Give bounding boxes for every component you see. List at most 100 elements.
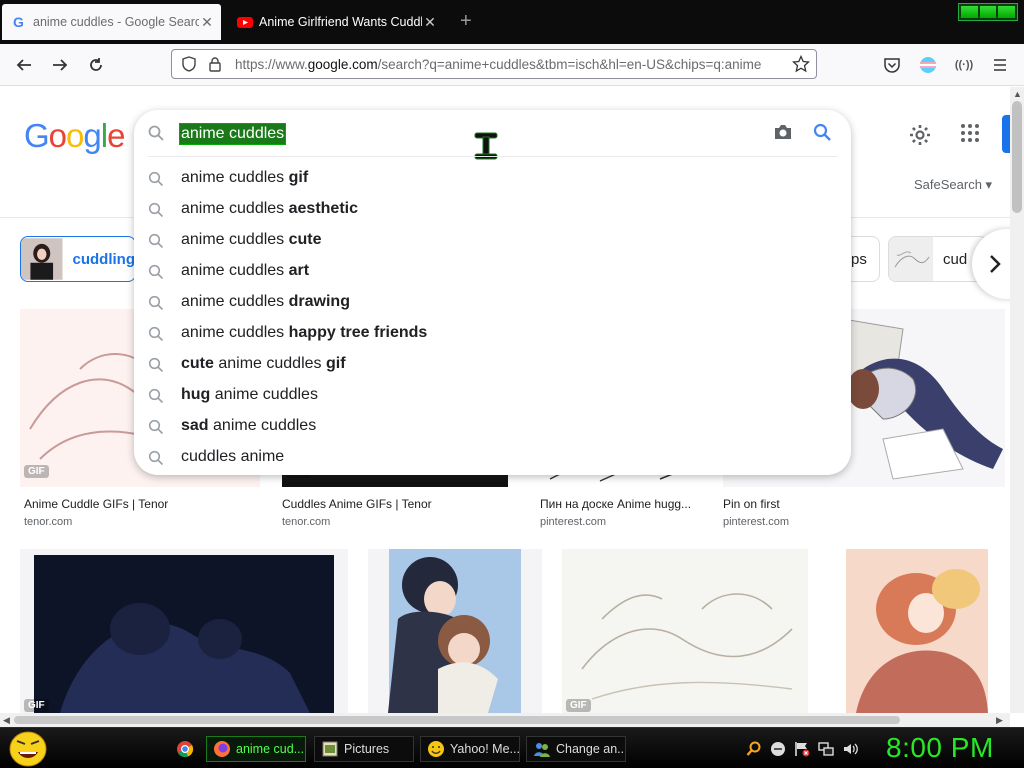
suggestion-item[interactable]: cute anime cuddles gif — [134, 349, 851, 380]
result-caption[interactable]: Pin on first — [723, 497, 780, 511]
suggestion-text: cuddles anime — [181, 448, 284, 466]
logo-letter: o — [66, 117, 84, 154]
suggestion-item[interactable]: sad anime cuddles — [134, 411, 851, 442]
gif-badge: GIF — [24, 465, 49, 478]
window-controls[interactable] — [958, 3, 1018, 21]
url-text[interactable]: https://www.google.com/search?q=anime+cu… — [235, 57, 780, 72]
suggestion-bold: cute — [288, 231, 322, 248]
horizontal-scrollbar[interactable]: ◀ ▶ — [0, 713, 1010, 727]
suggestion-item[interactable]: cuddles anime — [134, 442, 851, 473]
suggestion-bold: cute — [181, 355, 214, 372]
radio-waves-extension-icon: ((·)) — [954, 59, 974, 71]
settings-gear-icon[interactable] — [908, 123, 932, 147]
address-bar[interactable]: https://www.google.com/search?q=anime+cu… — [171, 49, 817, 79]
users-icon — [534, 743, 550, 757]
suggestion-text: anime cuddles aesthetic — [181, 200, 358, 218]
result-caption[interactable]: Cuddles Anime GIFs | Tenor — [282, 497, 432, 511]
scroll-left-arrow-icon[interactable]: ◀ — [3, 715, 10, 726]
suggestion-text: anime cuddles happy tree friends — [181, 324, 427, 342]
logo-letter: o — [48, 117, 67, 154]
taskbar-item-firefox[interactable]: anime cud... — [206, 736, 306, 762]
suggestion-text: cute anime cuddles gif — [181, 355, 346, 373]
network-tray-icon[interactable] — [818, 741, 834, 757]
result-caption[interactable]: Anime Cuddle GIFs | Tenor — [24, 497, 168, 511]
tab-youtube-video[interactable]: Anime Girlfriend Wants Cuddles ✕ — [228, 4, 444, 40]
action-center-flag-icon[interactable] — [794, 741, 810, 757]
vertical-scroll-thumb[interactable] — [1012, 101, 1022, 213]
result-source[interactable]: pinterest.com — [540, 516, 606, 528]
tab-google-search[interactable]: G anime cuddles - Google Search ✕ — [2, 4, 221, 40]
gif-badge: GIF — [566, 699, 591, 712]
messenger-icon — [428, 741, 444, 757]
suggestion-item[interactable]: anime cuddles art — [134, 256, 851, 287]
url-path: /search?q=anime+cuddles&tbm=isch&hl=en-U… — [377, 56, 762, 72]
vertical-scrollbar[interactable]: ▲ — [1010, 87, 1024, 713]
app-menu-button[interactable] — [988, 53, 1012, 77]
tab-title: Anime Girlfriend Wants Cuddles — [259, 15, 422, 29]
result-source[interactable]: tenor.com — [24, 516, 72, 528]
start-button-smiley-icon[interactable] — [8, 730, 48, 768]
close-tab-icon[interactable]: ✕ — [422, 14, 438, 31]
chip-cuddling[interactable]: cuddling — [20, 236, 136, 282]
search-icon — [148, 202, 164, 218]
extension-flag-button[interactable] — [916, 53, 940, 77]
status-tray-icon[interactable] — [770, 741, 786, 757]
chip-thumbnail — [889, 237, 933, 281]
suggestion-plain: cuddles anime — [181, 448, 285, 465]
search-input-row[interactable]: anime cuddles — [134, 110, 851, 160]
bookmark-star-icon[interactable] — [791, 54, 811, 78]
chrome-quicklaunch-icon[interactable] — [176, 740, 194, 758]
lock-icon[interactable] — [205, 54, 225, 74]
result-caption[interactable]: Пин на доске Anime hugg... — [540, 497, 691, 511]
suggestion-item[interactable]: anime cuddles cute — [134, 225, 851, 256]
sign-in-button[interactable] — [1002, 115, 1010, 153]
chip-thumbnail — [21, 238, 63, 280]
suggestion-item[interactable]: anime cuddles happy tree friends — [134, 318, 851, 349]
search-input[interactable]: anime cuddles — [178, 123, 287, 145]
scroll-up-arrow-icon[interactable]: ▲ — [1013, 89, 1022, 99]
new-tab-button[interactable]: + — [460, 10, 472, 32]
horizontal-scroll-thumb[interactable] — [14, 716, 900, 724]
tracking-shield-icon[interactable] — [179, 54, 199, 74]
suggestion-item[interactable]: hug anime cuddles — [134, 380, 851, 411]
taskbar-item-yahoo-messenger[interactable]: Yahoo! Me... — [420, 736, 520, 762]
suggestion-plain: anime cuddles — [213, 355, 326, 372]
result-image — [368, 549, 542, 713]
camera-search-icon[interactable] — [773, 123, 793, 141]
taskbar-item-change-accounts[interactable]: Change an... — [526, 736, 626, 762]
taskbar-clock[interactable]: 8:00 PM — [886, 732, 994, 764]
suggestion-item[interactable]: anime cuddles aesthetic — [134, 194, 851, 225]
forward-arrow-icon — [53, 59, 68, 71]
google-apps-grid-icon[interactable] — [960, 123, 980, 143]
suggestion-bold: aesthetic — [288, 200, 358, 217]
volume-tray-icon[interactable] — [842, 741, 858, 757]
back-arrow-icon — [16, 59, 31, 71]
close-tab-icon[interactable]: ✕ — [199, 14, 215, 31]
taskbar-item-label: anime cud... — [236, 742, 305, 756]
search-tray-icon[interactable] — [746, 741, 762, 757]
result-image — [562, 549, 808, 713]
taskbar-item-pictures[interactable]: Pictures — [314, 736, 414, 762]
suggestion-item[interactable]: anime cuddles drawing — [134, 287, 851, 318]
taskbar-item-label: Yahoo! Me... — [450, 742, 520, 756]
suggestion-item[interactable]: anime cuddles gif — [134, 163, 851, 194]
suggestion-plain: anime cuddles — [181, 200, 289, 217]
pocket-button[interactable] — [880, 53, 904, 77]
logo-letter: G — [24, 117, 50, 154]
suggestion-bold: happy tree friends — [288, 324, 428, 341]
extension-button[interactable]: ((·)) — [952, 53, 976, 77]
suggestion-text: anime cuddles cute — [181, 231, 322, 249]
google-logo[interactable]: Google — [24, 117, 125, 155]
search-submit-icon[interactable] — [813, 123, 831, 141]
folder-icon — [322, 741, 338, 757]
scroll-right-arrow-icon[interactable]: ▶ — [996, 715, 1003, 726]
result-source[interactable]: pinterest.com — [723, 516, 789, 528]
back-button[interactable] — [12, 53, 36, 77]
logo-letter: e — [107, 117, 125, 154]
safesearch-toggle[interactable]: SafeSearch ▾ — [914, 177, 992, 193]
forward-button[interactable] — [48, 53, 72, 77]
suggestion-bold: hug — [181, 386, 211, 403]
reload-button[interactable] — [84, 53, 108, 77]
suggestion-plain: anime cuddles — [181, 324, 289, 341]
result-source[interactable]: tenor.com — [282, 516, 330, 528]
